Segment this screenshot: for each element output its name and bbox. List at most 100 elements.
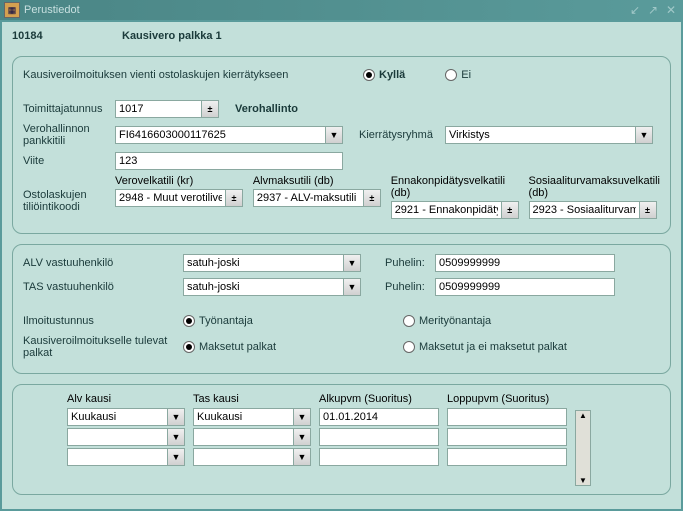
- group-label: Kierrätysryhmä: [359, 129, 445, 141]
- acct4-combo: ±: [529, 201, 657, 219]
- phone-label-1: Puhelin:: [385, 257, 435, 269]
- lov-icon[interactable]: ±: [501, 201, 519, 219]
- maximize-icon[interactable]: ↗: [645, 3, 661, 17]
- tas-kausi-1[interactable]: [193, 428, 293, 446]
- acct4-input[interactable]: [529, 201, 639, 219]
- col-loppupvm: Loppupvm (Suoritus): [447, 393, 567, 468]
- alkupvm-2[interactable]: [319, 448, 439, 466]
- group-combo: ▼: [445, 126, 653, 144]
- lov-icon[interactable]: ±: [225, 189, 243, 207]
- radio-dot-icon: [183, 315, 195, 327]
- chevron-down-icon[interactable]: ▼: [167, 428, 185, 446]
- acct-label: Ostolaskujen tiliöintikoodi: [23, 175, 115, 213]
- acct3-combo: ±: [391, 201, 519, 219]
- bank-combo: ▼: [115, 126, 343, 144]
- phone-label-2: Puhelin:: [385, 281, 435, 293]
- acct2-combo: ±: [253, 189, 381, 207]
- alv-resp-input[interactable]: [183, 254, 343, 272]
- chevron-down-icon[interactable]: ▼: [635, 126, 653, 144]
- col-alkupvm: Alkupvm (Suoritus): [319, 393, 439, 468]
- app-icon: ▦: [4, 2, 20, 18]
- header-code: 10184: [12, 30, 122, 42]
- acct1-input[interactable]: [115, 189, 225, 207]
- radio-employer[interactable]: Työnantaja: [183, 315, 363, 327]
- acct3-header: Ennakonpidätysvelkatili (db): [391, 175, 521, 199]
- alv-resp-label: ALV vastuuhenkilö: [23, 257, 183, 269]
- alv-phone-input[interactable]: [435, 254, 615, 272]
- alkupvm-1[interactable]: [319, 428, 439, 446]
- tas-kausi-0[interactable]: [193, 408, 293, 426]
- tas-resp-label: TAS vastuuhenkilö: [23, 281, 183, 293]
- tas-kausi-header: Tas kausi: [193, 393, 311, 405]
- radio-export-yes[interactable]: Kyllä: [363, 69, 405, 81]
- content-area: 10184 Kausivero palkka 1 Kausiveroilmoit…: [2, 22, 681, 509]
- loppupvm-2[interactable]: [447, 448, 567, 466]
- acct1-header: Verovelkatili (kr): [115, 175, 245, 187]
- radio-dot-icon: [363, 69, 375, 81]
- alv-kausi-2[interactable]: [67, 448, 167, 466]
- radio-dot-icon: [183, 341, 195, 353]
- lov-icon[interactable]: ±: [639, 201, 657, 219]
- ref-input[interactable]: [115, 152, 343, 170]
- salary-label: Kausiveroilmoitukselle tulevat palkat: [23, 335, 183, 359]
- bank-input[interactable]: [115, 126, 325, 144]
- chevron-down-icon[interactable]: ▼: [325, 126, 343, 144]
- tas-resp-input[interactable]: [183, 278, 343, 296]
- panel-basic: Kausiveroilmoituksen vienti ostolaskujen…: [12, 56, 671, 234]
- ref-label: Viite: [23, 155, 115, 167]
- scroll-down-icon[interactable]: ▼: [579, 476, 587, 485]
- scrollbar[interactable]: ▲ ▼: [575, 410, 591, 486]
- scroll-up-icon[interactable]: ▲: [579, 411, 587, 420]
- close-icon[interactable]: ✕: [663, 3, 679, 17]
- col-tas-kausi: Tas kausi ▼ ▼ ▼: [193, 393, 311, 468]
- chevron-down-icon[interactable]: ▼: [293, 448, 311, 466]
- loppupvm-0[interactable]: [447, 408, 567, 426]
- col-alv-kausi: Alv kausi ▼ ▼ ▼: [67, 393, 185, 468]
- radio-sea-employer[interactable]: Merityönantaja: [403, 315, 491, 327]
- alv-kausi-0[interactable]: [67, 408, 167, 426]
- lov-icon[interactable]: ±: [201, 100, 219, 118]
- export-label: Kausiveroilmoituksen vienti ostolaskujen…: [23, 69, 323, 81]
- minimize-icon[interactable]: ↙: [627, 3, 643, 17]
- chevron-down-icon[interactable]: ▼: [293, 408, 311, 426]
- tas-resp-combo: ▼: [183, 278, 361, 296]
- supplier-name: Verohallinto: [235, 103, 298, 115]
- alv-resp-combo: ▼: [183, 254, 361, 272]
- supplier-label: Toimittajatunnus: [23, 103, 115, 115]
- supplier-input[interactable]: [115, 100, 201, 118]
- radio-paid[interactable]: Maksetut palkat: [183, 341, 363, 353]
- chevron-down-icon[interactable]: ▼: [293, 428, 311, 446]
- lov-icon[interactable]: ±: [363, 189, 381, 207]
- acct3-input[interactable]: [391, 201, 501, 219]
- acct2-header: Alvmaksutili (db): [253, 175, 383, 187]
- alkupvm-0[interactable]: [319, 408, 439, 426]
- window-title: Perustiedot: [24, 4, 80, 16]
- header-row: 10184 Kausivero palkka 1: [12, 30, 671, 42]
- titlebar: ▦ Perustiedot ↙ ↗ ✕: [0, 0, 683, 20]
- chevron-down-icon[interactable]: ▼: [343, 254, 361, 272]
- acct4-header: Sosiaaliturvamaksuvelkatili (db): [529, 175, 660, 199]
- panel-responsible: ALV vastuuhenkilö ▼ Puhelin: TAS vastuuh…: [12, 244, 671, 374]
- loppupvm-header: Loppupvm (Suoritus): [447, 393, 567, 405]
- alkupvm-header: Alkupvm (Suoritus): [319, 393, 439, 405]
- chevron-down-icon[interactable]: ▼: [167, 408, 185, 426]
- panel-periods: Alv kausi ▼ ▼ ▼ Tas kausi ▼ ▼ ▼ Alkupvm …: [12, 384, 671, 495]
- group-input[interactable]: [445, 126, 635, 144]
- acct2-input[interactable]: [253, 189, 363, 207]
- radio-export-no[interactable]: Ei: [445, 69, 471, 81]
- tas-phone-input[interactable]: [435, 278, 615, 296]
- radio-dot-icon: [445, 69, 457, 81]
- supplier-combo: ±: [115, 100, 219, 118]
- window-root: ▦ Perustiedot ↙ ↗ ✕ 10184 Kausivero palk…: [0, 0, 683, 511]
- header-name: Kausivero palkka 1: [122, 30, 222, 42]
- loppupvm-1[interactable]: [447, 428, 567, 446]
- notif-label: Ilmoitustunnus: [23, 315, 183, 327]
- radio-paid-unpaid[interactable]: Maksetut ja ei maksetut palkat: [403, 341, 567, 353]
- tas-kausi-2[interactable]: [193, 448, 293, 466]
- acct1-combo: ±: [115, 189, 243, 207]
- alv-kausi-1[interactable]: [67, 428, 167, 446]
- chevron-down-icon[interactable]: ▼: [167, 448, 185, 466]
- radio-dot-icon: [403, 315, 415, 327]
- chevron-down-icon[interactable]: ▼: [343, 278, 361, 296]
- bank-label: Verohallinnon pankkitili: [23, 123, 115, 147]
